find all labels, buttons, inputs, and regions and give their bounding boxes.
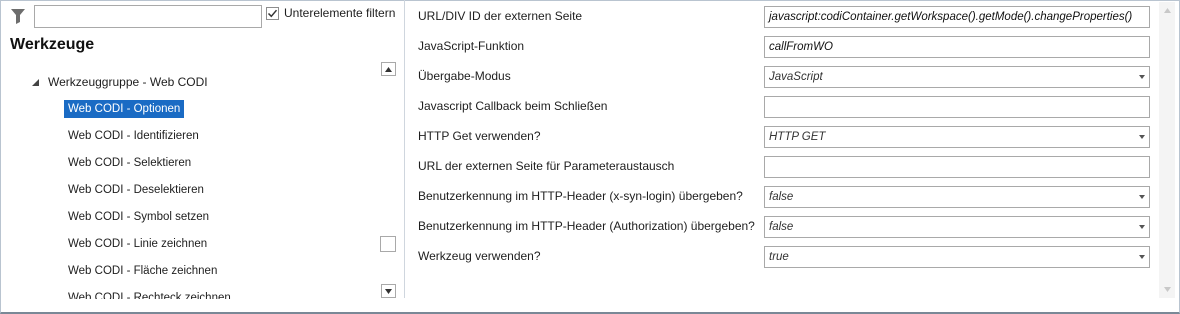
property-scroll-up-button[interactable] bbox=[1160, 3, 1174, 17]
tree-scrollbar[interactable] bbox=[379, 60, 397, 300]
property-label: Werkzeug verwenden? bbox=[418, 249, 541, 263]
tree-group-label: Werkzeuggruppe - Web CODI bbox=[48, 75, 208, 89]
tree-item[interactable]: Web CODI - Linie zeichnen bbox=[64, 235, 211, 253]
dropdown-arrow-icon[interactable] bbox=[1139, 195, 1145, 199]
dropdown-arrow-icon[interactable] bbox=[1139, 225, 1145, 229]
panel-title: Werkzeuge bbox=[10, 36, 95, 53]
property-label: Benutzerkennung im HTTP-Header (x-syn-lo… bbox=[418, 189, 743, 203]
scroll-down-button[interactable] bbox=[381, 284, 396, 298]
property-scrollbar[interactable] bbox=[1159, 2, 1175, 298]
scrollbar-thumb[interactable] bbox=[380, 236, 396, 252]
property-dropdown[interactable]: false bbox=[764, 186, 1150, 208]
property-label: Javascript Callback beim Schließen bbox=[418, 99, 608, 113]
property-value: javascript:codiContainer.getWorkspace().… bbox=[769, 11, 1133, 23]
dropdown-arrow-icon[interactable] bbox=[1139, 255, 1145, 259]
property-dropdown[interactable]: true bbox=[764, 246, 1150, 268]
dropdown-arrow-icon[interactable] bbox=[1139, 135, 1145, 139]
property-label: Benutzerkennung im HTTP-Header (Authoriz… bbox=[418, 219, 755, 233]
property-value: true bbox=[769, 251, 789, 263]
expand-triangle-icon[interactable] bbox=[32, 75, 39, 89]
property-label: JavaScript-Funktion bbox=[418, 39, 525, 53]
property-scroll-down-button[interactable] bbox=[1160, 282, 1174, 296]
scroll-up-button[interactable] bbox=[381, 62, 396, 76]
property-label: Übergabe-Modus bbox=[418, 69, 511, 83]
property-value: JavaScript bbox=[769, 71, 823, 83]
tool-tree: Werkzeuggruppe - Web CODI Web CODI - Opt… bbox=[1, 69, 379, 299]
funnel-icon[interactable] bbox=[10, 7, 26, 25]
property-dropdown[interactable]: JavaScript bbox=[764, 66, 1150, 88]
property-input[interactable] bbox=[764, 96, 1150, 118]
property-value: callFromWO bbox=[769, 41, 833, 53]
checkbox-label: Unterelemente filtern bbox=[284, 6, 396, 20]
filter-input[interactable] bbox=[34, 5, 262, 28]
property-input[interactable]: javascript:codiContainer.getWorkspace().… bbox=[764, 6, 1150, 28]
property-label: URL der externen Seite für Parameteraust… bbox=[418, 159, 675, 173]
tree-item[interactable]: Web CODI - Fläche zeichnen bbox=[64, 262, 221, 280]
subelements-filter-checkbox[interactable]: Unterelemente filtern bbox=[266, 6, 395, 20]
tools-panel: Unterelemente filtern Werkzeuge Werkzeug… bbox=[1, 1, 404, 311]
property-dropdown[interactable]: HTTP GET bbox=[764, 126, 1150, 148]
property-input[interactable]: callFromWO bbox=[764, 36, 1150, 58]
panel-divider[interactable] bbox=[404, 0, 405, 298]
tree-group-web-codi[interactable]: Werkzeuggruppe - Web CODI bbox=[32, 75, 208, 89]
dropdown-arrow-icon[interactable] bbox=[1139, 75, 1145, 79]
property-value: false bbox=[769, 191, 794, 203]
checkbox-box[interactable] bbox=[266, 6, 279, 20]
property-input[interactable] bbox=[764, 156, 1150, 178]
property-label: URL/DIV ID der externen Seite bbox=[418, 9, 583, 23]
property-value: HTTP GET bbox=[769, 131, 826, 143]
tree-item[interactable]: Web CODI - Deselektieren bbox=[64, 181, 208, 199]
tree-item[interactable]: Web CODI - Identifizieren bbox=[64, 127, 203, 145]
tree-item[interactable]: Web CODI - Rechteck zeichnen bbox=[64, 289, 235, 299]
tree-item[interactable]: Web CODI - Symbol setzen bbox=[64, 208, 213, 226]
property-label: HTTP Get verwenden? bbox=[418, 129, 541, 143]
property-value: false bbox=[769, 221, 794, 233]
tree-item[interactable]: Web CODI - Optionen bbox=[64, 100, 185, 118]
property-dropdown[interactable]: false bbox=[764, 216, 1150, 238]
tree-item[interactable]: Web CODI - Selektieren bbox=[64, 154, 195, 172]
